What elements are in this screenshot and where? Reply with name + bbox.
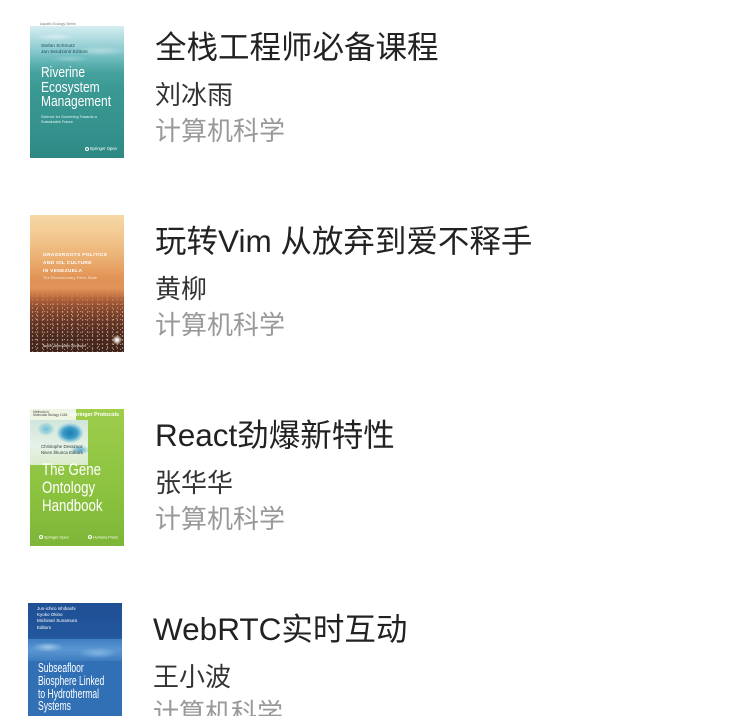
book-info: 全栈工程师必备课程 刘冰雨 计算机科学 — [155, 21, 725, 158]
springer-logo-icon — [84, 146, 89, 151]
cover-series-box: Methods in Molecular Biology 1446 — [30, 409, 76, 420]
book-list-item[interactable]: GRASSROOTS POLITICS AND OIL CULTURE IN V… — [30, 215, 730, 352]
cover-title: Riverine Ecosystem Management — [41, 65, 112, 111]
cover-title-line: IN VENEZUELA — [43, 269, 83, 274]
book-author: 黄柳 — [155, 274, 208, 304]
cover-series-strip: Aquatic Ecology Series — [30, 21, 124, 26]
cover-title-line: Systems — [38, 698, 71, 714]
springer-logo-icon — [39, 534, 43, 539]
cover-series-text: Aquatic Ecology Series — [40, 21, 76, 26]
book-title: 全栈工程师必备课程 — [155, 29, 439, 65]
cover-publisher: Springer Open — [39, 534, 69, 540]
book-list-item[interactable]: Jun-ichiro Ishibashi Kyoko Okino Michina… — [28, 603, 728, 716]
book-cover[interactable]: Aquatic Ecology Series Stefan Schmutz Ja… — [30, 21, 124, 158]
cover-title-line: Management — [41, 93, 112, 111]
cover-publisher: Springer Open — [84, 146, 117, 151]
humana-logo-icon — [87, 534, 92, 539]
book-category: 计算机科学 — [153, 698, 284, 716]
cover-publisher-text: Springer Open — [44, 535, 69, 539]
book-cover[interactable]: Methods in Molecular Biology 1446 Spring… — [30, 409, 124, 546]
cover-editors: Stefan Schmutz Jan Sendzimir Editors — [41, 44, 88, 56]
book-title: 玩转Vim 从放弃到爱不释手 — [155, 223, 533, 259]
cover-subtitle-line: Sustainable Future — [41, 119, 73, 124]
book-list-item[interactable]: Aquatic Ecology Series Stefan Schmutz Ja… — [30, 21, 730, 158]
cover-title-line: The Gene — [42, 460, 101, 479]
cover-title-line: Handbook — [42, 496, 103, 515]
cover-title-line: AND OIL CULTURE — [43, 261, 92, 266]
book-author: 王小波 — [153, 662, 232, 692]
book-category: 计算机科学 — [155, 310, 286, 340]
book-cover[interactable]: Jun-ichiro Ishibashi Kyoko Okino Michina… — [28, 603, 122, 716]
book-category: 计算机科学 — [155, 116, 286, 146]
cover-publisher: Humana Press — [87, 534, 118, 540]
cover-title: Subseafloor Biosphere Linked to Hydrothe… — [38, 661, 104, 714]
book-list-item[interactable]: Methods in Molecular Biology 1446 Spring… — [30, 409, 730, 546]
cover-publisher-text: Humana Press — [92, 535, 118, 539]
cover-editor-line: Editors — [37, 624, 52, 630]
cover-author: Iselin Åsedotter Strønen — [43, 343, 86, 348]
cover-series-brand: Springer Protocols — [70, 412, 119, 418]
book-category: 计算机科学 — [155, 504, 286, 534]
book-cover[interactable]: GRASSROOTS POLITICS AND OIL CULTURE IN V… — [30, 215, 124, 352]
cover-editor-line: Michinari Sunamura — [37, 618, 78, 624]
book-author: 刘冰雨 — [155, 80, 234, 110]
cover-editor-line: Jan Sendzimir Editors — [41, 50, 88, 55]
cover-title: GRASSROOTS POLITICS AND OIL CULTURE IN V… — [43, 252, 107, 276]
cover-light-glow — [112, 335, 122, 345]
cover-photo — [30, 420, 88, 465]
cover-subtitle: Science for Governing Towards a Sustaina… — [41, 115, 97, 125]
cover-series-line: Molecular Biology 1446 — [33, 413, 68, 418]
cover-editor-line: Nives Škunca Editors — [41, 449, 83, 455]
book-info: WebRTC实时互动 王小波 计算机科学 — [153, 603, 723, 716]
cover-series: Methods in Molecular Biology 1446 — [33, 410, 68, 419]
cover-photo — [28, 639, 122, 661]
cover-title-line: GRASSROOTS POLITICS — [43, 253, 108, 258]
book-info: React劲爆新特性 张华华 计算机科学 — [155, 409, 725, 546]
book-title: React劲爆新特性 — [155, 417, 395, 453]
cover-editors: Jun-ichiro Ishibashi Kyoko Okino Michina… — [37, 606, 77, 631]
book-author: 张华华 — [155, 468, 234, 498]
cover-publisher-text: Springer Open — [89, 146, 117, 151]
book-list: Aquatic Ecology Series Stefan Schmutz Ja… — [0, 0, 748, 716]
cover-subtitle: The Revolutionary Petro-State — [43, 276, 98, 280]
book-info: 玩转Vim 从放弃到爱不释手 黄柳 计算机科学 — [155, 215, 725, 352]
cover-title-line: Ontology — [42, 478, 96, 497]
cover-title: The Gene Ontology Handbook — [42, 461, 102, 515]
cover-editors: Christophe Dessimoz Nives Škunca Editors — [41, 444, 83, 455]
book-title: WebRTC实时互动 — [153, 611, 408, 647]
cover-editor-line: Christophe Dessimoz — [41, 444, 83, 449]
